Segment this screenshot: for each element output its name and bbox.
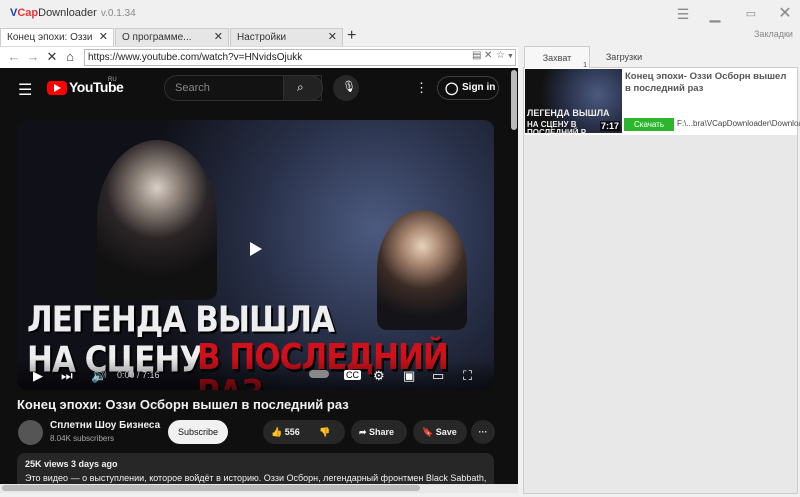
- like-dislike-group: 👍 556 👎: [263, 420, 345, 444]
- download-button[interactable]: Скачать: [624, 118, 674, 131]
- logo-text: Downloader: [38, 7, 97, 19]
- channel-avatar[interactable]: [18, 420, 43, 445]
- stop-icon[interactable]: ✕: [44, 49, 60, 65]
- tab-label: О программе...: [122, 32, 192, 43]
- mic-icon: 🎙: [342, 81, 356, 93]
- star-icon[interactable]: ☆: [496, 50, 505, 61]
- share-icon: ➦: [359, 427, 370, 437]
- capture-title: Конец эпохи- Оззи Осборн вышел в последн…: [625, 71, 787, 94]
- close-tab-icon[interactable]: ✕: [214, 29, 223, 46]
- forward-icon[interactable]: →: [25, 49, 41, 64]
- settings-icon[interactable]: ⚙: [373, 368, 385, 384]
- play-icon[interactable]: ▶: [33, 368, 43, 384]
- bookmarks-link[interactable]: Закладки: [754, 29, 793, 39]
- miniplayer-icon[interactable]: ▣: [403, 368, 415, 384]
- save-label: Save: [435, 427, 457, 437]
- yt-search-button[interactable]: ⌕: [283, 75, 323, 101]
- app-version: v.0.1.34: [100, 8, 136, 19]
- new-tab-button[interactable]: +: [347, 27, 356, 45]
- autoplay-toggle[interactable]: [309, 370, 329, 378]
- pane-splitter[interactable]: [518, 46, 522, 497]
- yt-region: RU: [108, 77, 117, 83]
- tab-video[interactable]: Конец эпохи: Оззи Осбо...✕: [0, 28, 114, 60]
- home-icon[interactable]: ⌂: [62, 49, 78, 64]
- maximize-icon[interactable]: ▭: [740, 4, 762, 24]
- play-overlay-icon[interactable]: [250, 242, 262, 256]
- like-count: 556: [284, 427, 300, 437]
- dislike-icon[interactable]: 👎: [319, 420, 330, 444]
- theater-icon[interactable]: ▭: [432, 368, 444, 384]
- tab-about[interactable]: О программе... ✕: [115, 28, 229, 46]
- channel-name[interactable]: Сплетни Шоу Бизнеса: [50, 420, 160, 431]
- more-actions-button[interactable]: ···: [471, 420, 495, 444]
- url-input[interactable]: https://www.youtube.com/watch?v=HNvidsOj…: [84, 49, 516, 66]
- clear-url-icon[interactable]: ✕: [484, 50, 492, 61]
- horizontal-scrollbar[interactable]: [2, 485, 420, 491]
- video-player[interactable]: ЛЕГЕНДА ВЫШЛА НА СЦЕНУ В ПОСЛЕДНИЙ РАЗ ▶…: [17, 120, 494, 390]
- user-icon: ◯: [445, 81, 459, 95]
- tab-capture[interactable]: Захват 1: [524, 46, 590, 69]
- save-button[interactable]: 🔖 Save: [413, 420, 467, 444]
- description-text: Это видео — о выступлении, которое войдё…: [25, 473, 487, 483]
- share-label: Share: [369, 427, 395, 437]
- tab-label: Захват: [542, 53, 572, 63]
- thumbnail-figure: [97, 140, 217, 300]
- app-logo: VCapDownloader v.0.1.34: [10, 7, 136, 19]
- duration-badge: 7:17: [599, 121, 620, 131]
- thumb-text: ЛЕГЕНДА ВЫШЛА: [527, 108, 610, 118]
- volume-icon[interactable]: 🔊: [91, 368, 107, 384]
- download-path[interactable]: F:\...bra\VCapDownloader\Downloads: [677, 119, 800, 128]
- hamburger-icon[interactable]: ☰: [672, 4, 694, 24]
- video-title: Конец эпохи: Оззи Осборн вышел в последн…: [17, 397, 349, 412]
- vertical-scrollbar[interactable]: [511, 70, 517, 130]
- capture-thumbnail: ЛЕГЕНДА ВЫШЛА НА СЦЕНУ В ПОСЛЕДНИЙ Р 7:1…: [525, 69, 622, 137]
- like-button[interactable]: 👍 556: [271, 427, 300, 437]
- yt-menu-icon[interactable]: ☰: [18, 80, 32, 100]
- mic-button[interactable]: 🎙: [333, 75, 359, 101]
- thumb-text: ЛЕГЕНДА ВЫШЛА: [27, 299, 335, 341]
- sign-in-button[interactable]: ◯ Sign in: [437, 76, 499, 100]
- player-controls: ▶ ⏭ 🔊 0:00 / 7:16 CC ⚙ ▣ ▭ ⛶: [17, 358, 494, 390]
- minimize-icon[interactable]: ▁: [704, 4, 726, 24]
- close-icon[interactable]: ✕: [774, 4, 796, 24]
- reader-icon[interactable]: ▤: [472, 50, 481, 61]
- close-tab-icon[interactable]: ✕: [328, 29, 337, 46]
- fullscreen-icon[interactable]: ⛶: [463, 368, 472, 384]
- next-icon[interactable]: ⏭: [61, 368, 73, 384]
- share-button[interactable]: ➦ Share: [351, 420, 407, 444]
- more-icon[interactable]: ⋮: [415, 80, 428, 96]
- view-meta: 25K views 3 days ago: [25, 459, 118, 469]
- tab-label: Настройки: [237, 32, 287, 43]
- logo-cap: Cap: [17, 7, 39, 19]
- tab-settings[interactable]: Настройки ✕: [230, 28, 343, 46]
- back-icon[interactable]: ←: [6, 49, 22, 64]
- search-icon: ⌕: [297, 80, 304, 94]
- time-display: 0:00 / 7:16: [117, 370, 160, 380]
- cc-icon[interactable]: CC: [344, 370, 361, 380]
- subscriber-count: 8.04K subscribers: [50, 434, 115, 443]
- yt-logo-icon[interactable]: [47, 81, 67, 95]
- bookmark-icon: 🔖: [422, 427, 436, 437]
- sign-in-label: Sign in: [462, 82, 496, 93]
- thumbnail-figure: [377, 210, 467, 330]
- subscribe-button[interactable]: Subscribe: [168, 420, 228, 444]
- tab-downloads[interactable]: Загрузки: [596, 46, 652, 68]
- dropdown-icon[interactable]: ▼: [507, 53, 514, 60]
- close-tab-icon[interactable]: ✕: [99, 29, 108, 46]
